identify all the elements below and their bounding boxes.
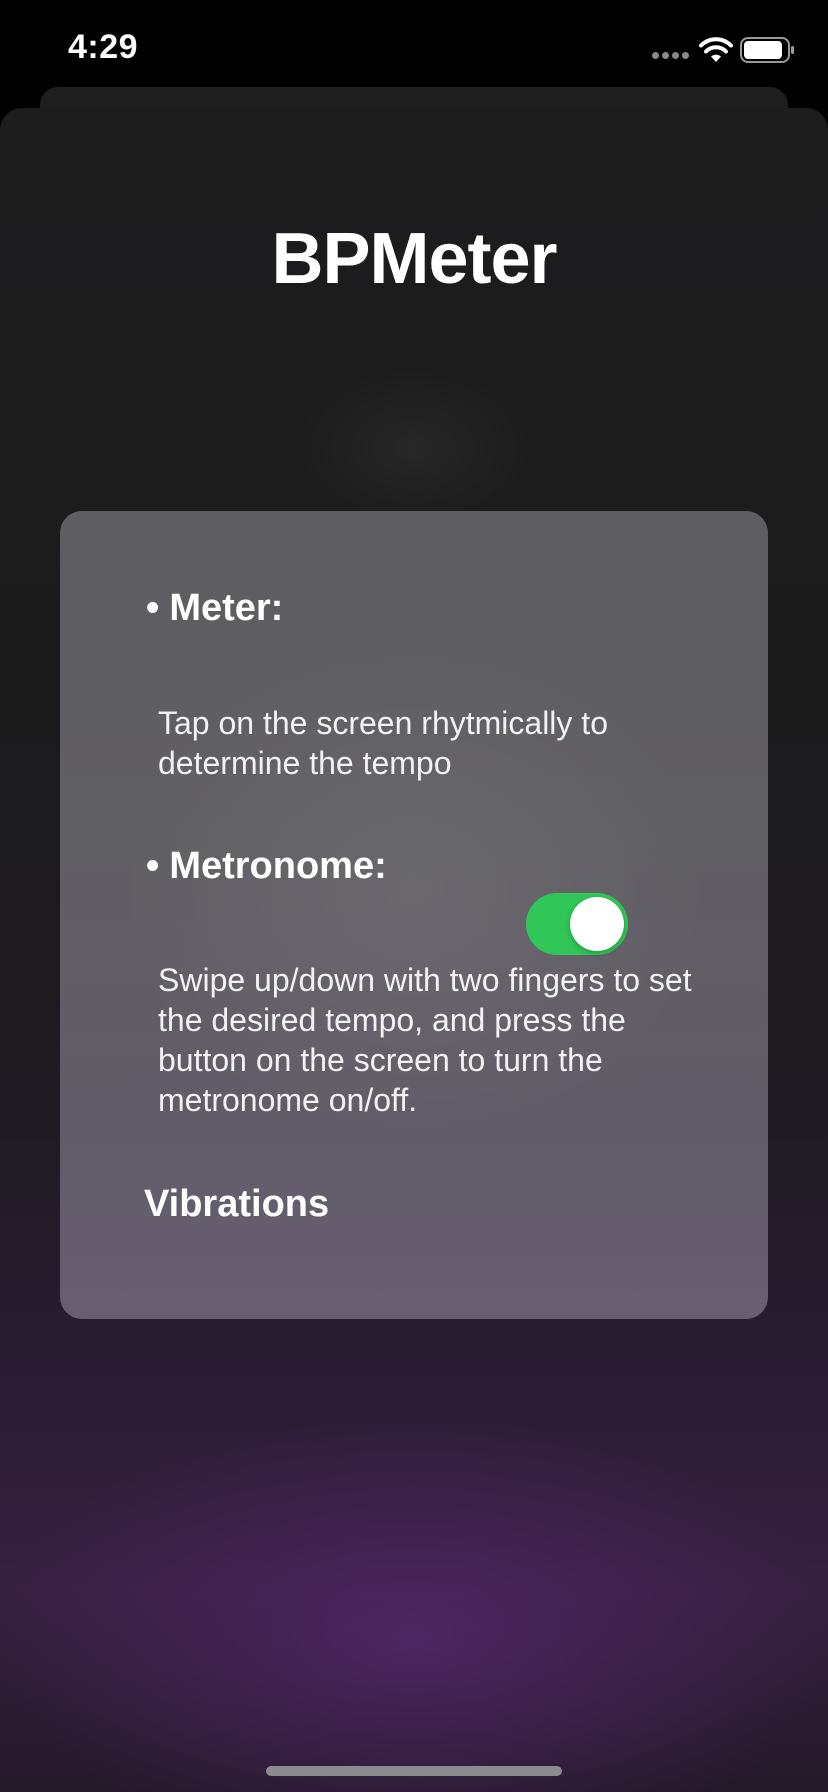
meter-description: Tap on the screen rhytmically to determi… [158,705,608,781]
battery-icon [740,37,794,63]
wifi-icon [699,37,733,62]
bullet-icon: • [146,587,160,629]
meter-heading-label: Meter: [169,587,284,629]
signal-icon [652,52,692,62]
toggle-knob[interactable] [570,897,624,951]
info-card: • Meter: Tap on the screen rhytmically to… [60,511,768,1319]
metronome-heading-label: Metronome: [169,845,387,887]
status-bar: 4:29 [0,0,828,100]
metronome-description: Swipe up/down with two fingers to set th… [158,962,692,1118]
bullet-icon: • [146,845,160,887]
meter-heading: • Meter: [146,587,283,630]
status-time: 4:29 [68,28,139,66]
vibrations-toggle[interactable] [526,893,628,955]
app-title: BPMeter [271,219,557,299]
home-indicator[interactable] [266,1766,562,1776]
vibrations-label: Vibrations [144,1183,330,1225]
main-sheet[interactable]: BPMeter • Meter: Tap on the screen rhytmi… [0,108,828,1792]
metronome-heading: • Metronome: [146,845,387,888]
